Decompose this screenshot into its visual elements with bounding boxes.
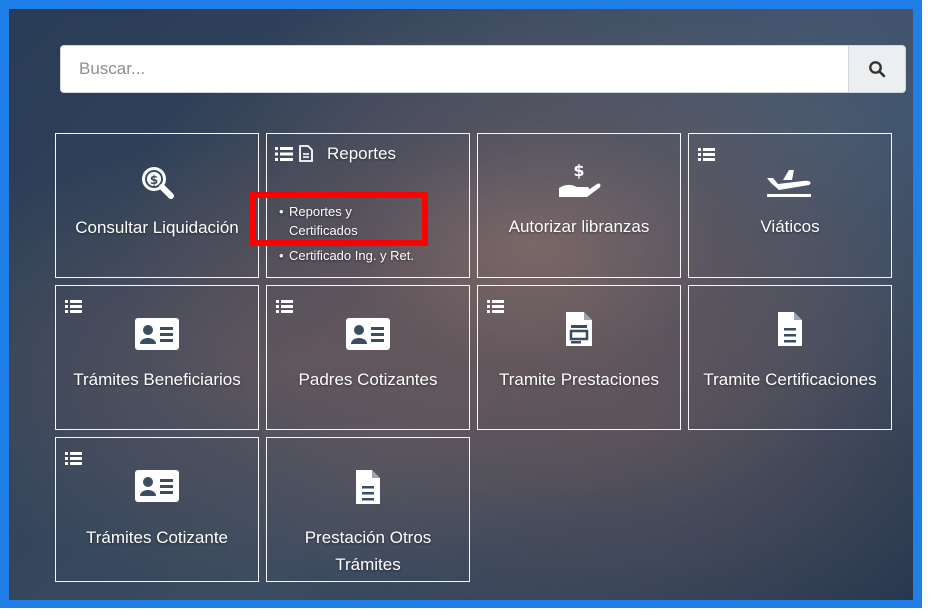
highlight-box (250, 192, 428, 246)
file-icon (778, 312, 802, 346)
tile-label: Trámites Beneficiarios (73, 370, 241, 389)
plane-icon (767, 170, 811, 197)
money-search-icon: $ (142, 167, 174, 199)
tile-label: Trámites Cotizante (85, 528, 229, 547)
tile-label: Tramite Certificaciones (703, 370, 877, 389)
tile-tramite-certificaciones[interactable]: Tramite Certificaciones (688, 285, 892, 430)
tile-label: Consultar Liquidación (75, 218, 239, 237)
list-icon (276, 300, 293, 313)
svg-text:$: $ (150, 173, 158, 187)
reportes-header: Reportes (275, 140, 396, 167)
tile-prestacion-otros-tramites[interactable]: Prestación Otros Trámites (266, 437, 470, 582)
document-icon (299, 145, 313, 162)
tile-viaticos[interactable]: Viáticos (688, 133, 892, 278)
tile-consultar-liquidacion[interactable]: $ Consultar Liquidación (55, 133, 259, 278)
id-card-icon (135, 470, 179, 502)
search-button[interactable] (848, 45, 906, 93)
search-input[interactable] (60, 45, 848, 93)
tile-label: Padres Cotizantes (298, 370, 438, 389)
svg-text:$: $ (573, 161, 584, 180)
tile-tramites-cotizante[interactable]: Trámites Cotizante (55, 437, 259, 582)
tile-label: Prestación Otros Trámites (304, 528, 432, 574)
id-card-icon (135, 318, 179, 350)
search-icon (869, 61, 886, 78)
document-icon (566, 312, 592, 346)
id-card-icon (346, 318, 390, 350)
tile-tramites-beneficiarios[interactable]: Trámites Beneficiarios (55, 285, 259, 430)
menu-item-certificado-ing-ret[interactable]: Certificado Ing. y Ret. (279, 246, 414, 265)
list-icon (65, 452, 82, 465)
list-icon (275, 146, 293, 161)
tile-autorizar-libranzas[interactable]: $ Autorizar libranzas (477, 133, 681, 278)
search-bar (60, 45, 906, 93)
tile-label: Tramite Prestaciones (499, 370, 659, 389)
list-icon (65, 300, 82, 313)
file-icon (356, 470, 380, 504)
list-icon (698, 148, 715, 161)
tile-label: Autorizar libranzas (508, 217, 650, 236)
reportes-title: Reportes (327, 144, 396, 163)
hand-money-icon: $ (559, 161, 601, 197)
tile-padres-cotizantes[interactable]: Padres Cotizantes (266, 285, 470, 430)
tile-label: Viáticos (760, 217, 820, 236)
tile-tramite-prestaciones[interactable]: Tramite Prestaciones (477, 285, 681, 430)
app-frame: $ Consultar Liquidación Reportes Reporte… (0, 0, 922, 608)
